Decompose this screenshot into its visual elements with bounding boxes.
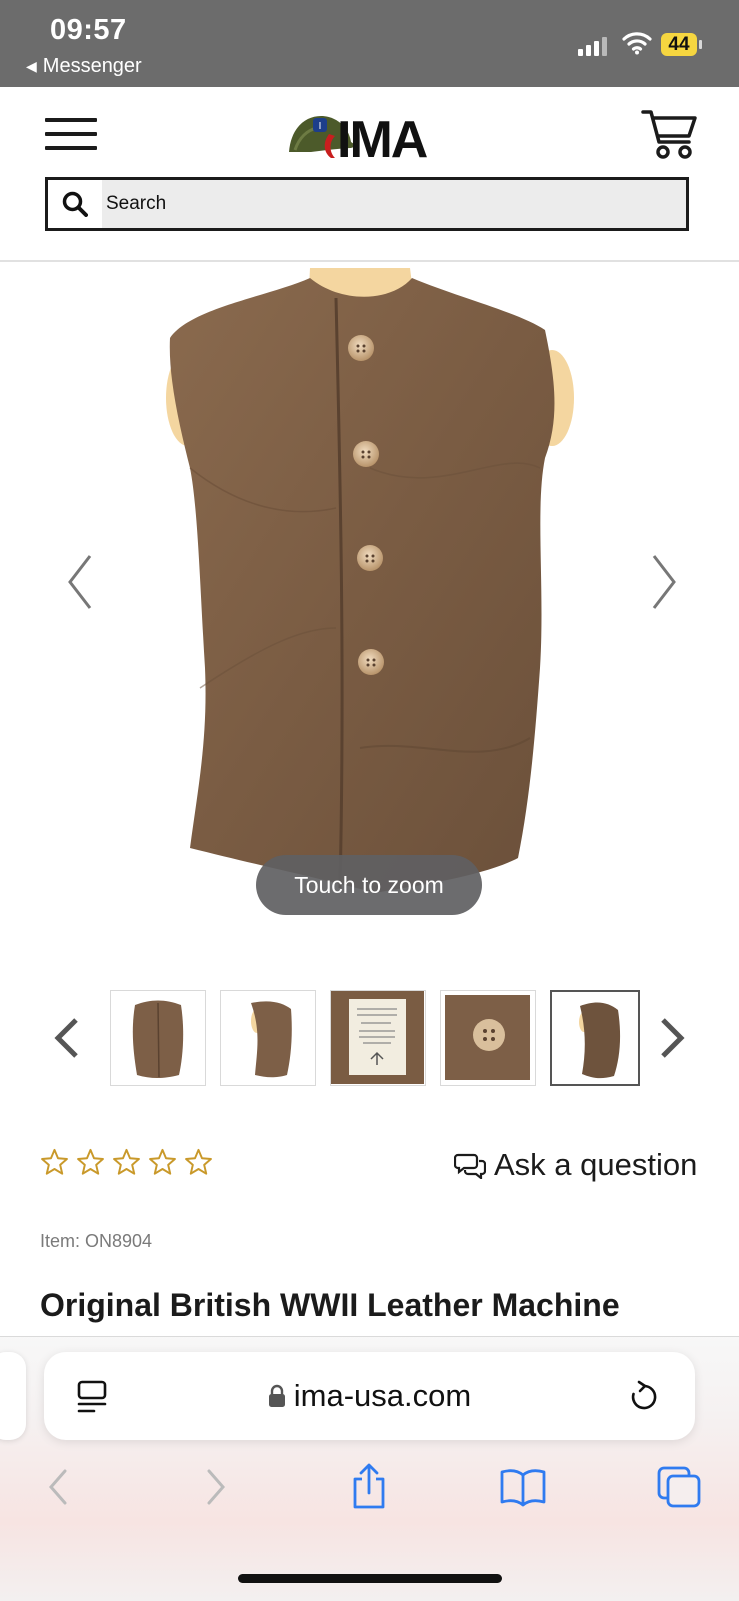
- address-bar[interactable]: ima-usa.com: [44, 1352, 695, 1440]
- back-icon[interactable]: [33, 1462, 83, 1512]
- star-icon: [41, 1148, 68, 1175]
- wifi-icon: [622, 31, 652, 60]
- thumbnail-vest-button[interactable]: [440, 990, 536, 1086]
- product-rating-stars[interactable]: [40, 1148, 213, 1176]
- thumbs-prev-arrow-icon[interactable]: [50, 1014, 86, 1062]
- cart-icon[interactable]: [641, 108, 699, 160]
- chat-bubbles-icon: [454, 1153, 486, 1179]
- gallery-next-arrow-icon[interactable]: [642, 552, 682, 612]
- product-main-image[interactable]: [40, 268, 700, 940]
- signal-icon: [578, 36, 607, 56]
- back-to-app-link[interactable]: ◀ Messenger: [26, 55, 142, 78]
- star-icon: [113, 1148, 140, 1175]
- lock-icon: [268, 1384, 285, 1407]
- back-triangle-icon: ◀: [26, 58, 37, 74]
- home-indicator[interactable]: [238, 1574, 502, 1583]
- search-icon[interactable]: [48, 180, 102, 228]
- thumbnail-vest-back[interactable]: [550, 990, 640, 1086]
- product-title: Original British WWII Leather Machine: [40, 1287, 620, 1323]
- url-text: ima-usa.com: [293, 1378, 472, 1413]
- bookmarks-icon[interactable]: [498, 1462, 548, 1512]
- battery-icon: 44: [661, 33, 703, 56]
- svg-text:IMA: IMA: [337, 111, 428, 160]
- previous-tab-peek[interactable]: [0, 1352, 26, 1440]
- touch-to-zoom-hint[interactable]: Touch to zoom: [256, 855, 482, 915]
- thumbnail-vest-side[interactable]: [220, 990, 316, 1086]
- battery-level: 44: [661, 33, 697, 56]
- ask-question-link[interactable]: Ask a question: [454, 1147, 697, 1183]
- share-icon[interactable]: [344, 1462, 394, 1512]
- item-code: Item: ON8904: [40, 1231, 153, 1251]
- svg-text:I: I: [319, 121, 322, 132]
- menu-icon[interactable]: [45, 118, 97, 150]
- tabs-icon[interactable]: [654, 1462, 704, 1512]
- status-time: 09:57: [50, 14, 127, 46]
- reload-icon[interactable]: [628, 1380, 660, 1419]
- star-icon: [77, 1148, 104, 1175]
- forward-icon[interactable]: [191, 1462, 241, 1512]
- thumbnail-vest-front[interactable]: [110, 990, 206, 1086]
- header-divider: [0, 260, 739, 262]
- star-icon: [185, 1148, 212, 1175]
- site-logo[interactable]: I IMA: [287, 98, 457, 169]
- search-field[interactable]: Search: [45, 177, 689, 231]
- status-bar: 09:57 ◀ Messenger 44: [0, 0, 739, 87]
- search-placeholder: Search: [106, 193, 167, 214]
- thumbs-next-arrow-icon[interactable]: [653, 1014, 689, 1062]
- thumbnail-vest-label[interactable]: [330, 990, 426, 1086]
- gallery-prev-arrow-icon[interactable]: [62, 552, 102, 612]
- star-icon: [149, 1148, 176, 1175]
- ask-question-label: Ask a question: [494, 1147, 698, 1182]
- back-app-label: Messenger: [42, 55, 142, 77]
